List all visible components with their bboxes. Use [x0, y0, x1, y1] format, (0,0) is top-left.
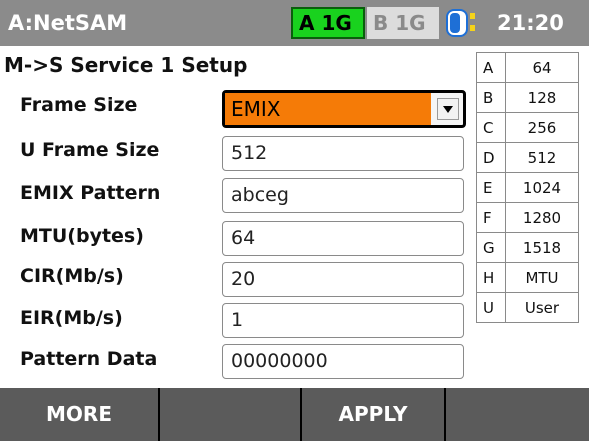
table-row: B 128 [476, 82, 579, 113]
table-row: U User [476, 292, 579, 323]
chevron-down-icon [443, 106, 453, 113]
softkey-bar: MORE APPLY [0, 388, 589, 441]
emix-key: E [476, 172, 506, 203]
dropdown-arrow-icon[interactable] [437, 98, 459, 120]
mtu-field[interactable]: 64 [222, 221, 464, 256]
apply-button[interactable]: APPLY [302, 388, 444, 441]
pattern-data-label: Pattern Data [20, 348, 158, 370]
cir-label: CIR(Mb/s) [20, 265, 124, 287]
more-button[interactable]: MORE [0, 388, 158, 441]
emix-key: F [476, 202, 506, 233]
emix-key: B [476, 82, 506, 113]
status-bar: A:NetSAM A 1G B 1G 21:20 [0, 0, 589, 46]
emix-key: A [476, 52, 506, 83]
clock: 21:20 [497, 11, 564, 35]
port-b-indicator[interactable]: B 1G [367, 7, 439, 39]
emix-size: MTU [505, 262, 579, 293]
emix-key: G [476, 232, 506, 263]
softkey-2-button[interactable] [160, 388, 300, 441]
frame-size-select[interactable]: EMIX [222, 90, 466, 128]
app-title: A:NetSAM [8, 11, 128, 35]
table-row: E 1024 [476, 172, 579, 203]
emix-size: 128 [505, 82, 579, 113]
emix-size: 256 [505, 112, 579, 143]
emix-pattern-field[interactable]: abceg [222, 178, 464, 213]
u-frame-size-label: U Frame Size [20, 139, 160, 161]
page-title: M->S Service 1 Setup [4, 53, 248, 77]
table-row: G 1518 [476, 232, 579, 263]
emix-size: 1280 [505, 202, 579, 233]
eir-label: EIR(Mb/s) [20, 307, 123, 329]
u-frame-size-field[interactable]: 512 [222, 136, 464, 171]
emix-key: U [476, 292, 506, 323]
table-row: D 512 [476, 142, 579, 173]
emix-size-table: A 64 B 128 C 256 D 512 E 1024 F 1280 G 1… [476, 52, 579, 323]
frame-size-label: Frame Size [20, 94, 138, 116]
frame-size-value: EMIX [225, 93, 431, 125]
eir-field[interactable]: 1 [222, 303, 464, 338]
emix-key: C [476, 112, 506, 143]
emix-size: 512 [505, 142, 579, 173]
pattern-data-field[interactable]: 00000000 [222, 344, 464, 379]
port-a-indicator[interactable]: A 1G [291, 7, 365, 39]
emix-key: D [476, 142, 506, 173]
table-row: F 1280 [476, 202, 579, 233]
emix-key: H [476, 262, 506, 293]
table-row: C 256 [476, 112, 579, 143]
emix-size: 64 [505, 52, 579, 83]
emix-size: 1024 [505, 172, 579, 203]
mtu-label: MTU(bytes) [20, 225, 144, 247]
screen: A:NetSAM A 1G B 1G 21:20 M->S Service 1 … [0, 0, 589, 441]
table-row: H MTU [476, 262, 579, 293]
emix-pattern-label: EMIX Pattern [20, 182, 161, 204]
emix-size: 1518 [505, 232, 579, 263]
table-row: A 64 [476, 52, 579, 83]
cir-field[interactable]: 20 [222, 262, 464, 297]
emix-size: User [505, 292, 579, 323]
battery-icon [446, 9, 475, 37]
softkey-4-button[interactable] [446, 388, 589, 441]
